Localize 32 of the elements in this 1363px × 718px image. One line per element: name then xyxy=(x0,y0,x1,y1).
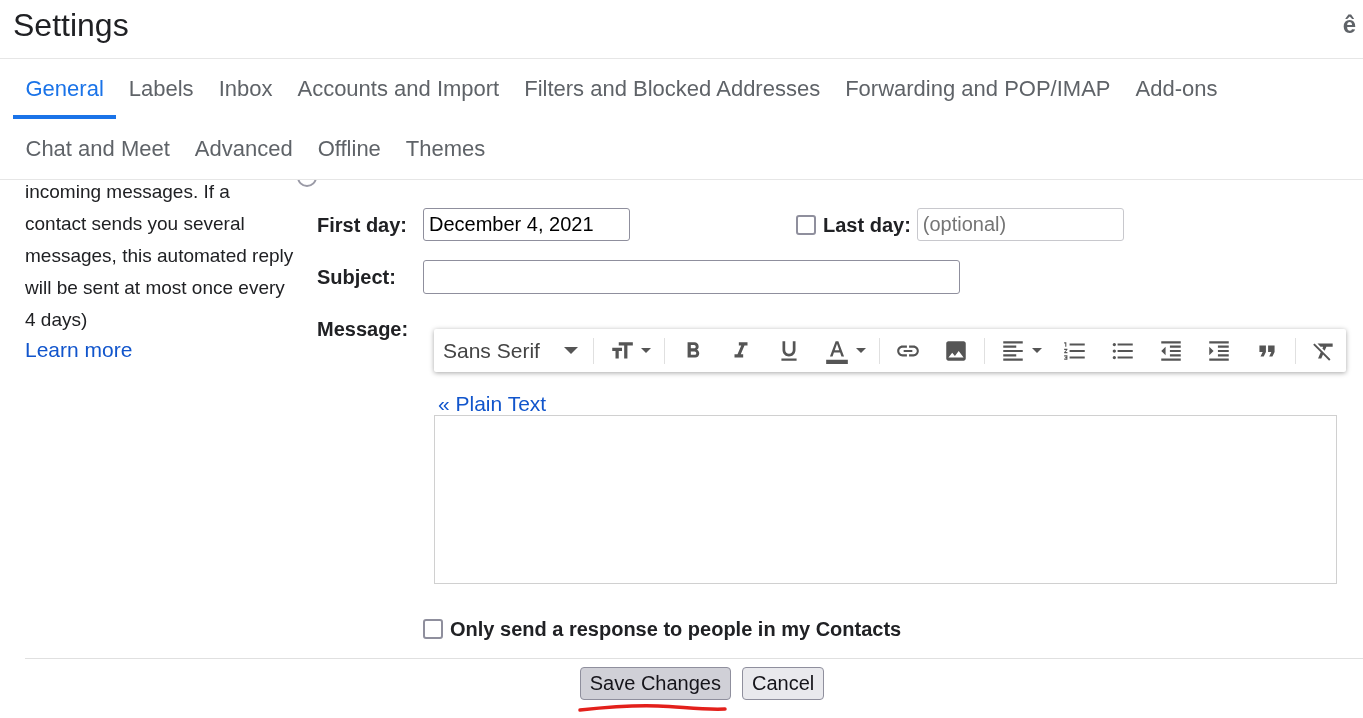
settings-tab[interactable]: Advanced xyxy=(182,119,306,179)
settings-tab[interactable]: Labels xyxy=(116,59,207,119)
settings-tab[interactable]: Forwarding and POP/IMAP xyxy=(832,59,1123,119)
caret-icon xyxy=(641,348,651,353)
description-text: incoming messages. If a contact sends you several messages, this automated reply will be sent at most once every 4 days) xyxy=(25,180,295,332)
date-input[interactable]: December 4, 2021 xyxy=(423,208,630,241)
subject-input[interactable] xyxy=(423,260,960,294)
action-button[interactable]: Cancel xyxy=(741,667,825,700)
caret-icon xyxy=(1032,348,1042,353)
plain-text-link[interactable]: « Plain Text xyxy=(438,393,547,415)
field-label: First day: xyxy=(317,213,409,236)
checkbox-label: Last day: xyxy=(823,213,911,236)
settings-tab[interactable]: Themes xyxy=(393,119,498,179)
checkbox-label: Only send a response to people in my Contacts xyxy=(450,618,902,640)
caret-icon xyxy=(856,348,866,353)
settings-tab[interactable]: Accounts and Import xyxy=(284,59,512,119)
learn-more-link[interactable]: Learn more xyxy=(25,336,133,364)
settings-tab[interactable]: Offline xyxy=(305,119,394,179)
settings-tab[interactable]: General xyxy=(13,59,117,119)
settings-tab[interactable]: Chat and Meet xyxy=(13,119,183,179)
settings-tab[interactable]: Inbox xyxy=(206,59,285,119)
page-title: Settings xyxy=(13,6,129,44)
input-tools-button[interactable]: ê xyxy=(1342,12,1356,38)
checkbox[interactable] xyxy=(423,619,443,639)
field-label: Message: xyxy=(317,318,410,340)
action-button[interactable]: Save Changes xyxy=(579,667,731,700)
checkbox[interactable] xyxy=(796,214,816,235)
field-label: Subject: xyxy=(317,266,397,288)
font-select[interactable]: Sans Serif xyxy=(434,329,589,372)
caret-icon xyxy=(564,347,578,354)
settings-tab[interactable]: Add-ons xyxy=(1123,59,1230,119)
settings-tab[interactable]: Filters and Blocked Addresses xyxy=(511,59,833,119)
